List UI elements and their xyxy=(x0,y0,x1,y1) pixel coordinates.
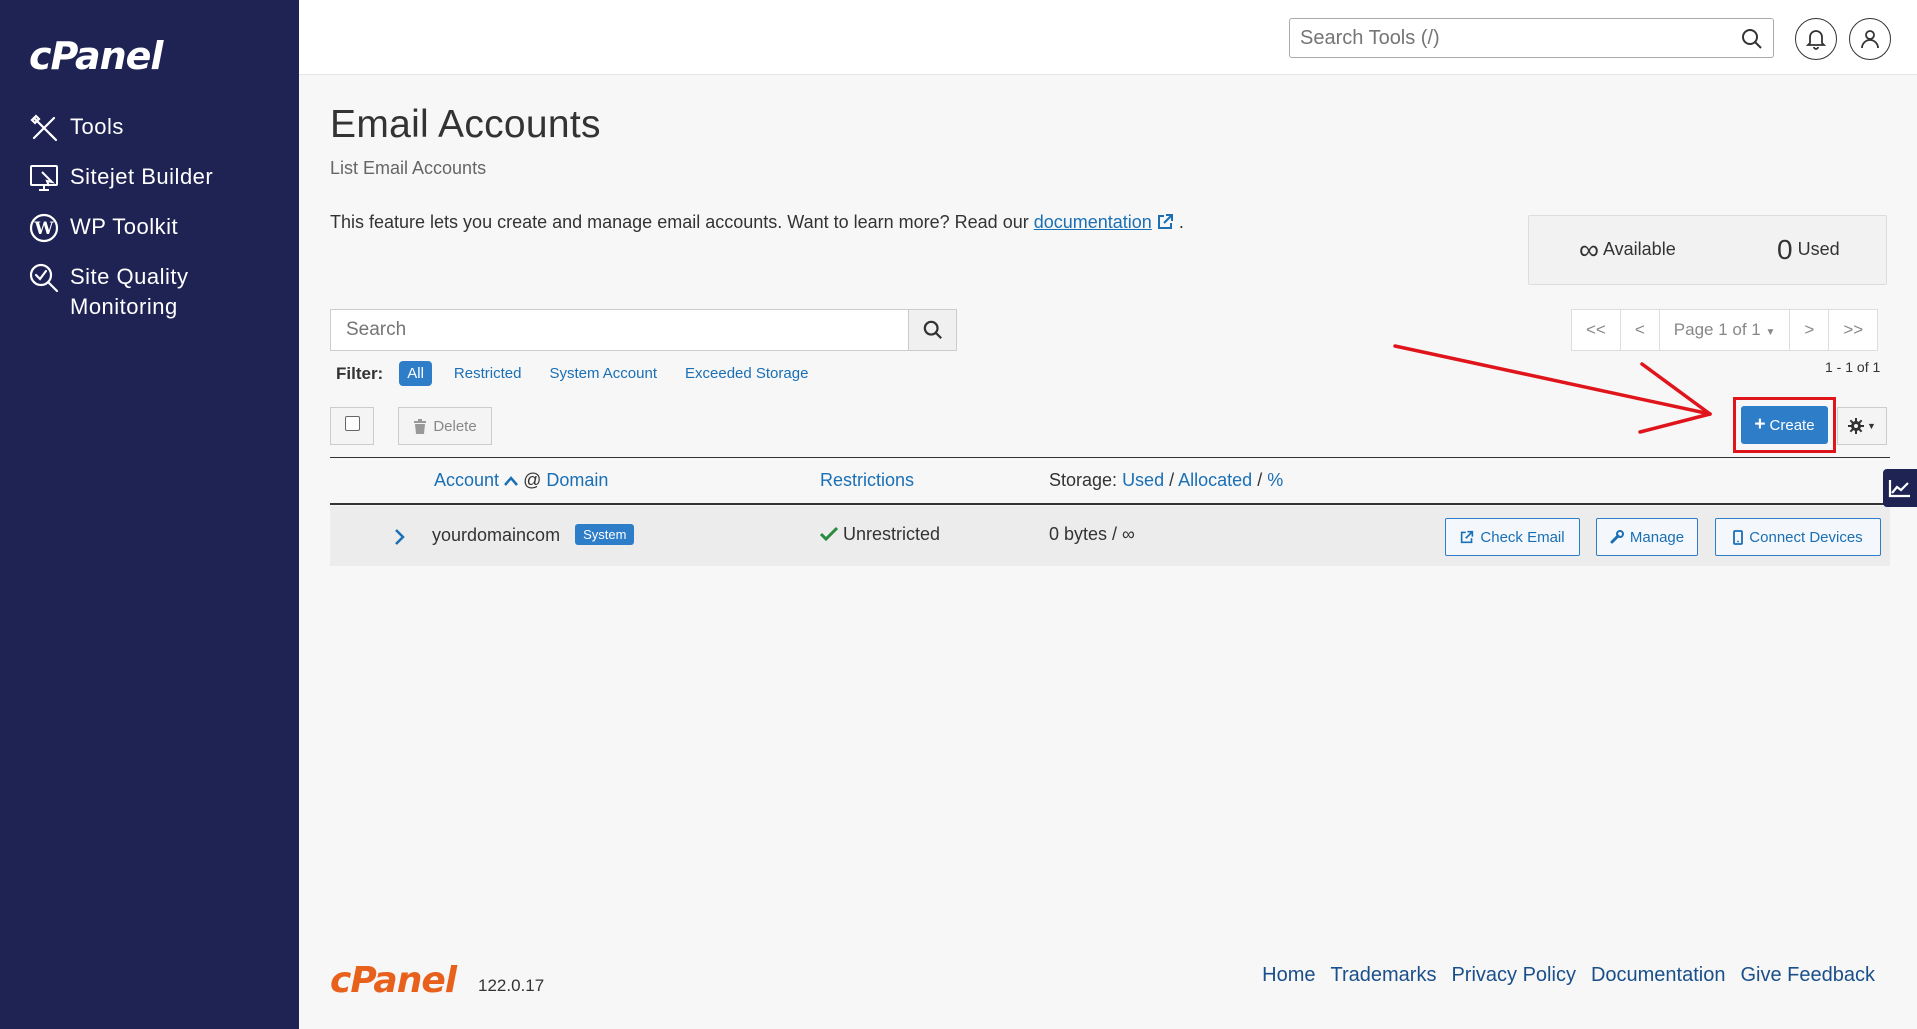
restriction-cell: Unrestricted xyxy=(819,524,940,545)
plus-icon: + xyxy=(1754,414,1766,435)
footer-links: Home Trademarks Privacy Policy Documenta… xyxy=(1262,964,1875,987)
filter-system-account[interactable]: System Account xyxy=(549,365,657,382)
caret-down-icon: ▼ xyxy=(1765,327,1776,338)
sort-up-icon xyxy=(504,476,519,486)
used-stat: 0 Used xyxy=(1777,234,1840,265)
delete-button[interactable]: Delete xyxy=(398,407,492,445)
sort-allocated-link[interactable]: Allocated xyxy=(1178,470,1252,490)
external-link-icon xyxy=(1157,214,1173,229)
top-bar xyxy=(299,0,1917,75)
trend-chart-icon xyxy=(1888,480,1910,498)
storage-cell: 0 bytes / ∞ xyxy=(1049,524,1135,544)
filter-restricted[interactable]: Restricted xyxy=(454,365,522,382)
footer-link-documentation[interactable]: Documentation xyxy=(1591,964,1726,987)
svg-text:W: W xyxy=(33,219,54,239)
page-last-button[interactable]: >> xyxy=(1829,310,1877,350)
select-all-checkbox[interactable] xyxy=(330,407,374,445)
mobile-icon xyxy=(1733,529,1744,545)
sidebar: cPanel Tools Sitejet Builder W WP Toolki… xyxy=(0,0,299,1029)
available-stat: ∞ Available xyxy=(1579,234,1676,265)
user-menu-button[interactable] xyxy=(1849,18,1891,60)
check-email-button[interactable]: Check Email xyxy=(1445,518,1580,556)
system-badge: System xyxy=(575,524,635,545)
filter-exceeded-storage[interactable]: Exceeded Storage xyxy=(685,365,808,382)
search-icon[interactable] xyxy=(1741,28,1763,50)
sort-used-link[interactable]: Used xyxy=(1122,470,1164,490)
page-next-button[interactable]: > xyxy=(1790,310,1830,350)
external-link-icon xyxy=(1461,530,1474,544)
bell-icon xyxy=(1805,30,1827,50)
header-account-domain: Account @ Domain xyxy=(434,470,609,490)
settings-dropdown-button[interactable]: ▼ xyxy=(1837,407,1887,445)
page-title: Email Accounts xyxy=(330,103,601,146)
sidebar-item-label: Tools xyxy=(70,114,124,139)
sidebar-item-label: WP Toolkit xyxy=(70,214,179,239)
page-subtitle: List Email Accounts xyxy=(330,158,487,178)
sidebar-item-site-quality[interactable]: Site Quality Monitoring xyxy=(28,262,288,322)
header-storage: Storage: Used / Allocated / % xyxy=(1049,470,1284,490)
sidebar-item-sitejet[interactable]: Sitejet Builder xyxy=(28,162,288,194)
gear-icon xyxy=(1848,418,1865,434)
create-button[interactable]: + Create xyxy=(1741,406,1828,444)
manage-button[interactable]: Manage xyxy=(1596,518,1698,556)
search-icon xyxy=(923,320,942,339)
connect-devices-button[interactable]: Connect Devices xyxy=(1715,518,1881,556)
user-icon xyxy=(1861,30,1879,49)
sidebar-item-wp-toolkit[interactable]: W WP Toolkit xyxy=(28,212,288,244)
footer-link-privacy[interactable]: Privacy Policy xyxy=(1451,964,1575,987)
sidebar-nav: Tools Sitejet Builder W WP Toolkit Site … xyxy=(28,112,288,340)
quota-stats: ∞ Available 0 Used xyxy=(1528,215,1887,285)
header-restrictions: Restrictions xyxy=(820,470,914,491)
intro-text: This feature lets you create and manage … xyxy=(330,212,1184,232)
footer-link-home[interactable]: Home xyxy=(1262,964,1315,987)
tool-search-input[interactable] xyxy=(1290,19,1720,57)
sort-percent-link[interactable]: % xyxy=(1267,470,1283,490)
footer-link-trademarks[interactable]: Trademarks xyxy=(1331,964,1437,987)
sidebar-item-label: Site Quality Monitoring xyxy=(70,264,189,319)
cpanel-logo[interactable]: cPanel xyxy=(29,34,163,78)
sitejet-icon xyxy=(30,165,58,191)
footer-cpanel-logo: cPanel xyxy=(330,960,457,1001)
documentation-link[interactable]: documentation xyxy=(1034,212,1152,232)
tools-icon xyxy=(30,114,58,142)
stats-side-tab[interactable] xyxy=(1883,469,1917,507)
search-button[interactable] xyxy=(908,309,957,351)
version-label: 122.0.17 xyxy=(478,976,545,995)
filter-label: Filter: xyxy=(336,363,384,383)
account-search-input[interactable] xyxy=(330,309,910,351)
wordpress-icon: W xyxy=(29,213,59,243)
sidebar-item-label: Sitejet Builder xyxy=(70,164,214,189)
sort-restrictions-link[interactable]: Restrictions xyxy=(820,470,914,490)
account-search xyxy=(330,309,957,351)
result-range: 1 - 1 of 1 xyxy=(1825,359,1881,375)
wrench-icon xyxy=(1610,530,1624,544)
check-icon xyxy=(819,526,839,542)
notifications-button[interactable] xyxy=(1795,18,1837,60)
table-row: yourdomaincom System Unrestricted 0 byte… xyxy=(330,506,1890,566)
filter-bar: Filter: All Restricted System Account Ex… xyxy=(336,361,836,386)
trash-icon xyxy=(414,418,427,434)
sort-account-link[interactable]: Account xyxy=(434,470,499,490)
caret-down-icon: ▼ xyxy=(1867,421,1876,431)
site-quality-icon xyxy=(29,263,59,293)
sidebar-item-tools[interactable]: Tools xyxy=(28,112,288,144)
filter-all[interactable]: All xyxy=(399,361,432,386)
chevron-right-icon[interactable] xyxy=(394,528,406,546)
table-header: Account @ Domain Restrictions Storage: U… xyxy=(330,457,1890,505)
tool-search-box xyxy=(1289,18,1774,58)
sort-domain-link[interactable]: Domain xyxy=(546,470,608,490)
footer-link-feedback[interactable]: Give Feedback xyxy=(1740,964,1875,987)
annotation-arrow xyxy=(1393,344,1712,434)
account-cell: yourdomaincom System xyxy=(432,524,635,546)
